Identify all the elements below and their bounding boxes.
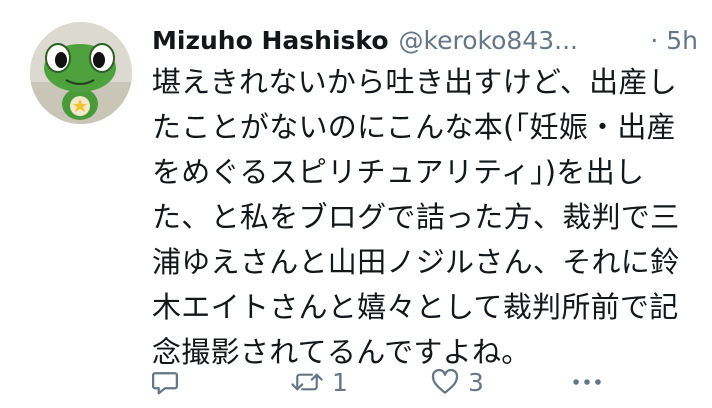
more-icon <box>573 379 601 385</box>
heart-icon <box>431 368 459 394</box>
tweet-text-line: 浦ゆえさんと山田ノジルさん、それに鈴 <box>152 245 680 279</box>
display-name[interactable]: Mizuho Hashisko <box>152 26 389 55</box>
avatar[interactable] <box>30 22 132 124</box>
user-handle[interactable]: @keroko843... <box>399 26 578 55</box>
more-options-button[interactable] <box>570 362 630 402</box>
tweet-text-line: た、と私をブログで詰った方、裁判で三 <box>152 200 680 234</box>
frog-character-avatar <box>30 22 132 124</box>
tweet-text-line: 木エイトさんと嬉々として裁判所前で記 <box>152 290 679 324</box>
timestamp[interactable]: · 5h <box>650 26 698 55</box>
tweet-header: Mizuho Hashisko @keroko843... · 5h <box>152 20 698 60</box>
reply-icon <box>152 372 178 395</box>
tweet-text-line: 堪えきれないから吐き出すけど、出産し <box>152 65 678 99</box>
tweet[interactable]: Mizuho Hashisko @keroko843... · 5h 堪えきれな… <box>0 0 712 408</box>
retweet-count: 1 <box>332 367 348 397</box>
like-button[interactable]: 3 <box>430 362 570 402</box>
tweet-text-line: をめぐるスピリチュアリティ」)を出し <box>152 155 645 189</box>
reply-button[interactable] <box>150 362 290 402</box>
retweet-icon <box>291 373 323 391</box>
like-count: 3 <box>468 367 484 397</box>
tweet-text: 堪えきれないから吐き出すけど、出産し たことがないのにこんな本(「妊娠・出産 をめぐ… <box>152 60 704 375</box>
tweet-actions: 1 3 <box>150 362 630 402</box>
retweet-button[interactable]: 1 <box>290 362 430 402</box>
tweet-text-line: たことがないのにこんな本(「妊娠・出産 <box>152 110 676 144</box>
